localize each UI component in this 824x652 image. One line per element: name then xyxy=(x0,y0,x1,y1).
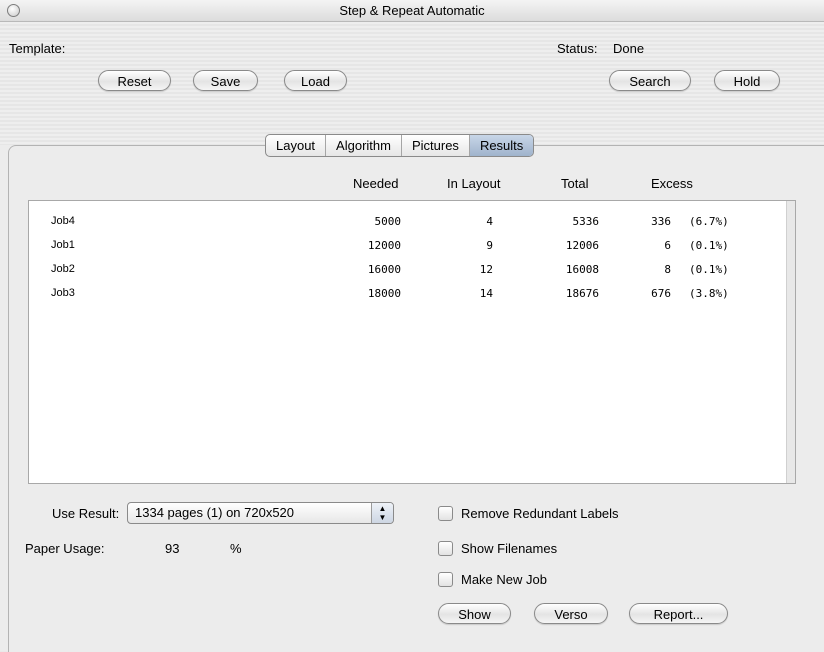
template-label: Template: xyxy=(9,41,66,56)
list-scrollbar[interactable] xyxy=(786,201,795,483)
make-new-job-checkbox[interactable] xyxy=(438,572,453,587)
total-value: 5336 xyxy=(572,215,600,228)
popup-arrows-icon: ▲ ▼ xyxy=(371,503,393,523)
excess-value: 676 xyxy=(651,287,671,300)
in-layout-value: 12 xyxy=(479,263,493,276)
reset-button[interactable]: Reset xyxy=(98,70,171,91)
window: Step & Repeat Automatic Template: Status… xyxy=(0,0,824,652)
column-header-needed: Needed xyxy=(353,176,399,191)
show-button[interactable]: Show xyxy=(438,603,511,624)
job-name: Job4 xyxy=(51,215,75,227)
load-button[interactable]: Load xyxy=(284,70,347,91)
show-filenames-label: Show Filenames xyxy=(461,541,558,556)
excess-value: 8 xyxy=(664,263,671,276)
use-result-value: 1334 pages (1) on 720x520 xyxy=(135,505,295,520)
status-label: Status: xyxy=(557,41,598,56)
column-header-excess: Excess xyxy=(651,176,693,191)
job-name: Job3 xyxy=(51,287,75,299)
table-row[interactable]: Job1 12000 9 12006 6 (0.1%) xyxy=(29,235,789,255)
status-value: Done xyxy=(613,41,645,56)
excess-value: 336 xyxy=(651,215,671,228)
job-name: Job1 xyxy=(51,239,75,251)
hold-button[interactable]: Hold xyxy=(714,70,780,91)
total-value: 18676 xyxy=(565,287,599,300)
needed-value: 18000 xyxy=(367,287,401,300)
tab-layout[interactable]: Layout xyxy=(266,135,327,156)
excess-percent: (6.7%) xyxy=(689,215,729,228)
needed-value: 16000 xyxy=(367,263,401,276)
save-button[interactable]: Save xyxy=(193,70,258,91)
use-result-popup[interactable]: 1334 pages (1) on 720x520 ▲ ▼ xyxy=(127,502,394,524)
report-button[interactable]: Report... xyxy=(629,603,728,624)
excess-value: 6 xyxy=(664,239,671,252)
paper-usage-unit: % xyxy=(230,541,242,556)
show-filenames-checkbox[interactable] xyxy=(438,541,453,556)
title-bar: Step & Repeat Automatic xyxy=(0,0,824,22)
tab-results[interactable]: Results xyxy=(469,135,534,156)
search-button[interactable]: Search xyxy=(609,70,691,91)
table-row[interactable]: Job4 5000 4 5336 336 (6.7%) xyxy=(29,211,789,231)
verso-button[interactable]: Verso xyxy=(534,603,608,624)
job-name: Job2 xyxy=(51,263,75,275)
column-header-total: Total xyxy=(561,176,589,191)
table-row[interactable]: Job3 18000 14 18676 676 (3.8%) xyxy=(29,283,789,303)
use-result-label: Use Result: xyxy=(52,506,120,521)
excess-percent: (0.1%) xyxy=(689,239,729,252)
needed-value: 12000 xyxy=(367,239,401,252)
window-title: Step & Repeat Automatic xyxy=(339,3,485,18)
remove-redundant-labels-checkbox[interactable] xyxy=(438,506,453,521)
make-new-job-label: Make New Job xyxy=(461,572,547,587)
excess-percent: (3.8%) xyxy=(689,287,729,300)
tab-algorithm[interactable]: Algorithm xyxy=(326,135,402,156)
in-layout-value: 4 xyxy=(486,215,493,228)
needed-value: 5000 xyxy=(374,215,402,228)
column-header-in-layout: In Layout xyxy=(447,176,501,191)
paper-usage-label: Paper Usage: xyxy=(25,541,105,556)
tab-bar: Layout Algorithm Pictures Results xyxy=(265,134,535,157)
paper-usage-value: 93 xyxy=(165,541,180,556)
in-layout-value: 9 xyxy=(486,239,493,252)
results-list[interactable]: Job4 5000 4 5336 336 (6.7%) Job1 12000 9… xyxy=(28,200,796,484)
remove-redundant-labels-label: Remove Redundant Labels xyxy=(461,506,619,521)
excess-percent: (0.1%) xyxy=(689,263,729,276)
tab-pictures[interactable]: Pictures xyxy=(402,135,470,156)
in-layout-value: 14 xyxy=(479,287,493,300)
total-value: 16008 xyxy=(565,263,599,276)
total-value: 12006 xyxy=(565,239,599,252)
table-row[interactable]: Job2 16000 12 16008 8 (0.1%) xyxy=(29,259,789,279)
